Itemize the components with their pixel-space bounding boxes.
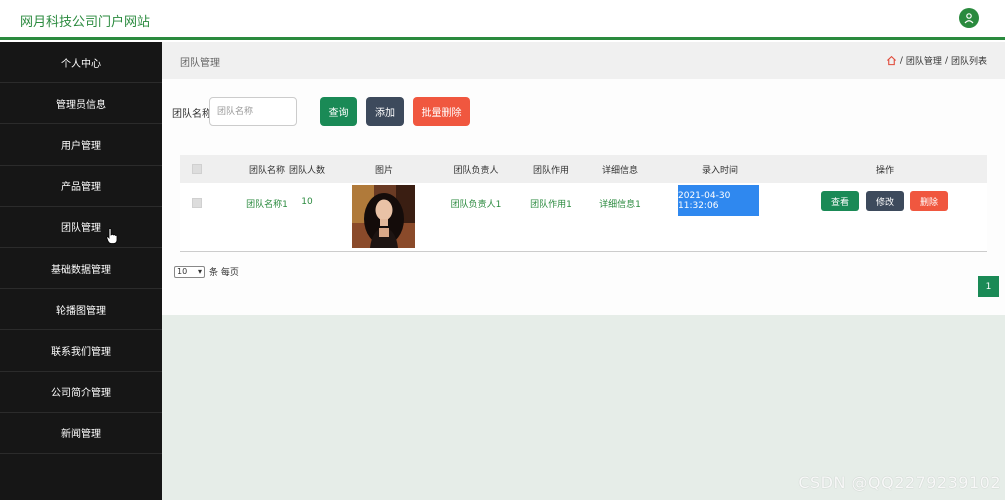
cell-detail: 详细信息1 — [599, 200, 641, 210]
page-button-current[interactable]: 1 — [978, 276, 999, 297]
page-size-control: 10 ▾ 条 每页 — [174, 265, 239, 278]
cell-leader: 团队负责人1 — [450, 200, 502, 210]
title-bar: 团队管理 / 团队管理 / 团队列表 — [162, 42, 1005, 79]
cell-role: 团队作用1 — [530, 200, 572, 210]
chevron-down-icon: ▾ — [197, 267, 202, 276]
breadcrumb-item-team-list: 团队列表 — [950, 57, 987, 67]
add-button[interactable]: 添加 — [366, 97, 404, 126]
sidebar-item-team-management[interactable]: 团队管理 — [0, 207, 162, 248]
page-size-value: 10 — [177, 267, 188, 276]
view-button[interactable]: 查看 — [821, 191, 859, 211]
edit-button[interactable]: 修改 — [866, 191, 904, 211]
column-header-role: 团队作用 — [532, 166, 569, 176]
table-header: 团队名称 团队人数 图片 团队负责人 团队作用 详细信息 录入时间 操作 — [180, 155, 987, 183]
breadcrumb-separator: / — [944, 55, 948, 66]
hand-cursor-icon — [106, 228, 118, 244]
sidebar-item-basic-data[interactable]: 基础数据管理 — [0, 248, 162, 290]
watermark: CSDN @QQ2279239102 — [798, 473, 1001, 492]
site-title: 网月科技公司门户网站 — [20, 15, 151, 30]
query-button[interactable]: 查询 — [320, 97, 357, 126]
column-header-entry-time: 录入时间 — [701, 166, 738, 176]
home-icon[interactable] — [886, 55, 897, 66]
breadcrumb-separator: / — [899, 55, 903, 66]
team-photo — [352, 185, 415, 248]
user-icon — [964, 13, 974, 24]
sidebar-item-admin-info[interactable]: 管理员信息 — [0, 83, 162, 125]
team-name-search-input[interactable] — [209, 97, 297, 126]
column-header-leader: 团队负责人 — [453, 166, 499, 176]
breadcrumb: / 团队管理 / 团队列表 — [886, 54, 987, 67]
team-table: 团队名称 团队人数 图片 团队负责人 团队作用 详细信息 录入时间 操作 团队名… — [180, 155, 987, 252]
sidebar-item-user-management[interactable]: 用户管理 — [0, 124, 162, 166]
cell-entry-time: 2021-04-30 11:32:06 — [678, 185, 759, 216]
row-checkbox[interactable] — [192, 198, 202, 208]
search-label: 团队名称 — [172, 109, 212, 120]
page-size-suffix: 条 每页 — [209, 268, 239, 278]
delete-button[interactable]: 删除 — [910, 191, 948, 211]
cell-member-count: 10 — [301, 197, 313, 207]
sidebar-item-news[interactable]: 新闻管理 — [0, 413, 162, 454]
select-all-checkbox[interactable] — [192, 164, 202, 174]
sidebar-item-personal-center[interactable]: 个人中心 — [0, 42, 162, 84]
sidebar-item-contact-us[interactable]: 联系我们管理 — [0, 330, 162, 372]
sidebar: 个人中心 管理员信息 用户管理 产品管理 团队管理 基础数据管理 轮播图管理 联… — [0, 42, 162, 500]
column-header-detail: 详细信息 — [601, 166, 638, 176]
sidebar-item-company-intro[interactable]: 公司简介管理 — [0, 372, 162, 413]
breadcrumb-item-team-management[interactable]: 团队管理 — [906, 54, 942, 67]
column-header-member-count: 团队人数 — [288, 166, 325, 176]
content-panel: 团队管理 / 团队管理 / 团队列表 团队名称 查询 添加 批量删除 团队名称 … — [162, 42, 1005, 315]
column-header-image: 图片 — [374, 166, 393, 176]
sidebar-item-product-management[interactable]: 产品管理 — [0, 166, 162, 207]
page-title: 团队管理 — [180, 58, 220, 69]
page-size-select[interactable]: 10 ▾ — [174, 265, 205, 278]
sidebar-item-carousel[interactable]: 轮播图管理 — [0, 289, 162, 331]
column-header-actions: 操作 — [875, 166, 894, 176]
main-content: 团队管理 / 团队管理 / 团队列表 团队名称 查询 添加 批量删除 团队名称 … — [162, 42, 1005, 500]
batch-delete-button[interactable]: 批量删除 — [413, 97, 470, 126]
user-avatar[interactable] — [959, 8, 979, 28]
top-header: 网月科技公司门户网站 — [0, 0, 1005, 40]
